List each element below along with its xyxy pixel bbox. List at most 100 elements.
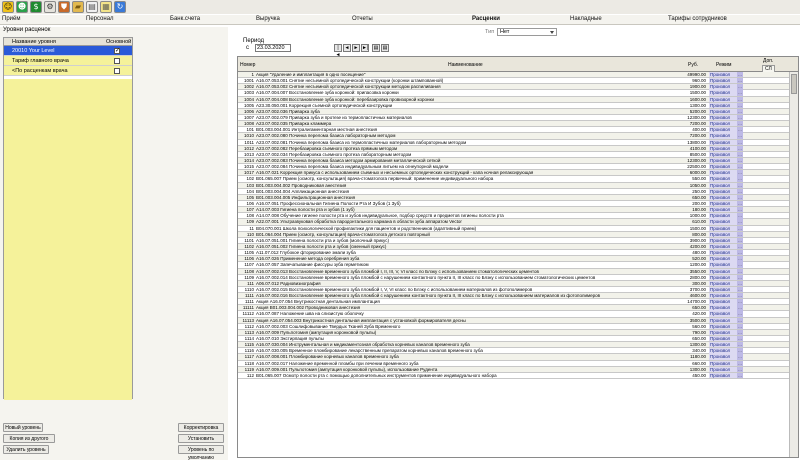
mode-dropdown-button[interactable]: … xyxy=(737,114,743,121)
cell-mode[interactable]: Произвол xyxy=(709,200,737,207)
print-icon[interactable]: ▤ xyxy=(381,44,389,52)
copy-level-button[interactable]: Копия из другого уровня xyxy=(3,434,55,450)
mode-dropdown-button[interactable]: … xyxy=(737,127,743,133)
cell-mode[interactable]: Произвол xyxy=(709,250,737,256)
mode-dropdown-button[interactable]: … xyxy=(737,268,743,274)
cell-mode[interactable]: Произвол xyxy=(709,342,737,348)
main-level-checkbox[interactable] xyxy=(114,58,120,64)
scroll-thumb[interactable] xyxy=(791,74,797,94)
mode-dropdown-button[interactable]: … xyxy=(737,157,743,164)
mode-dropdown-button[interactable]: … xyxy=(737,108,743,115)
dollar-icon[interactable]: $ xyxy=(30,1,42,13)
cell-mode[interactable]: Произвол xyxy=(709,121,737,127)
header-extra[interactable]: Доп. xyxy=(763,58,773,64)
cell-mode[interactable]: Произвол xyxy=(709,78,737,84)
mode-dropdown-button[interactable]: … xyxy=(737,366,743,373)
new-level-button[interactable]: Новый уровень xyxy=(3,423,43,432)
prev-button[interactable]: ◄ xyxy=(343,44,351,52)
smiley-icon[interactable]: ☺ xyxy=(2,1,14,13)
cell-mode[interactable]: Произвол xyxy=(709,286,737,293)
menu-tab-1[interactable]: Персонал xyxy=(86,16,114,22)
cell-mode[interactable]: Произвол xyxy=(709,114,737,121)
type-select[interactable]: Нет xyxy=(497,28,557,36)
shield-icon[interactable]: ⛊ xyxy=(58,1,70,13)
cell-mode[interactable]: Произвол xyxy=(709,280,737,287)
cell-mode[interactable]: Произвол xyxy=(709,372,737,379)
mode-dropdown-button[interactable]: … xyxy=(737,84,743,90)
cell-mode[interactable]: Произвол xyxy=(709,256,737,262)
grid-scrollbar[interactable] xyxy=(789,72,798,457)
mode-dropdown-button[interactable]: … xyxy=(737,237,743,244)
menu-tab-3[interactable]: Выручка xyxy=(256,16,280,22)
document-icon[interactable]: ▤ xyxy=(86,1,98,13)
delete-level-button[interactable]: Удалить уровень xyxy=(3,445,49,454)
mode-dropdown-button[interactable]: … xyxy=(737,219,743,225)
mode-dropdown-button[interactable]: … xyxy=(737,250,743,256)
mode-dropdown-button[interactable]: … xyxy=(737,354,743,360)
mode-dropdown-button[interactable]: … xyxy=(737,372,743,379)
mode-dropdown-button[interactable]: … xyxy=(737,200,743,207)
cell-mode[interactable]: Произвол xyxy=(709,366,737,373)
cell-mode[interactable]: Произвол xyxy=(709,225,737,231)
cell-mode[interactable]: Произвол xyxy=(709,164,737,170)
menu-tab-4[interactable]: Отчеты xyxy=(352,16,373,22)
cell-mode[interactable]: Произвол xyxy=(709,317,737,323)
menu-tab-5[interactable]: Расценки xyxy=(472,16,500,22)
mode-dropdown-button[interactable]: … xyxy=(737,274,743,280)
mode-dropdown-button[interactable]: … xyxy=(737,329,743,336)
correction-button[interactable]: Корректировка xyxy=(178,423,224,432)
mode-dropdown-button[interactable]: … xyxy=(737,170,743,176)
cell-mode[interactable]: Произвол xyxy=(709,194,737,201)
mode-dropdown-button[interactable]: … xyxy=(737,90,743,96)
cell-mode[interactable]: Произвол xyxy=(709,90,737,96)
menu-tab-6[interactable]: Накладные xyxy=(570,16,602,22)
mode-dropdown-button[interactable]: … xyxy=(737,231,743,237)
cell-mode[interactable]: Произвол xyxy=(709,96,737,102)
mode-dropdown-button[interactable]: … xyxy=(737,96,743,102)
header-number[interactable]: Номер xyxy=(240,62,255,68)
main-level-checkbox[interactable]: ✓ xyxy=(114,48,120,54)
mode-dropdown-button[interactable]: … xyxy=(737,323,743,330)
menu-tab-2[interactable]: Банк.счета xyxy=(170,16,200,22)
menu-tab-7[interactable]: Тарифы сотрудников xyxy=(668,16,727,22)
mode-dropdown-button[interactable]: … xyxy=(737,311,743,317)
mode-dropdown-button[interactable]: … xyxy=(737,102,743,108)
cell-mode[interactable]: Произвол xyxy=(709,133,737,139)
cell-mode[interactable]: Произвол xyxy=(709,176,737,182)
mode-dropdown-button[interactable]: … xyxy=(737,256,743,262)
header-mode[interactable]: Режим xyxy=(716,62,731,68)
cell-mode[interactable]: Произвол xyxy=(709,207,737,213)
level-row[interactable]: 20010 Your Level ✓ xyxy=(4,46,132,56)
mode-dropdown-button[interactable]: … xyxy=(737,286,743,293)
cell-mode[interactable]: Произвол xyxy=(709,231,737,237)
mode-dropdown-button[interactable]: … xyxy=(737,133,743,139)
cell-mode[interactable]: Произвол xyxy=(709,293,737,299)
cell-mode[interactable]: Произвол xyxy=(709,157,737,164)
mode-dropdown-button[interactable]: … xyxy=(737,225,743,231)
mode-dropdown-button[interactable]: … xyxy=(737,78,743,84)
cell-mode[interactable]: Произвол xyxy=(709,336,737,342)
mode-dropdown-button[interactable]: … xyxy=(737,317,743,323)
cell-mode[interactable]: Произвол xyxy=(709,243,737,250)
mode-dropdown-button[interactable]: … xyxy=(737,299,743,305)
mode-dropdown-button[interactable]: … xyxy=(737,293,743,299)
cell-mode[interactable]: Произвол xyxy=(709,329,737,336)
mode-dropdown-button[interactable]: … xyxy=(737,243,743,250)
cell-mode[interactable]: Произвол xyxy=(709,219,737,225)
refresh-icon[interactable]: ↻ xyxy=(114,1,126,13)
mode-dropdown-button[interactable]: … xyxy=(737,139,743,145)
mode-dropdown-button[interactable]: … xyxy=(737,262,743,268)
calendar-icon[interactable]: ▤ xyxy=(372,44,380,52)
main-level-checkbox[interactable] xyxy=(114,68,120,74)
user-photo-icon[interactable]: ☻ xyxy=(16,1,28,13)
cell-mode[interactable]: Произвол xyxy=(709,311,737,317)
mode-dropdown-button[interactable]: … xyxy=(737,207,743,213)
next-button[interactable]: ► xyxy=(352,44,360,52)
mode-dropdown-button[interactable]: … xyxy=(737,336,743,342)
cell-mode[interactable]: Произвол xyxy=(709,139,737,145)
cell-mode[interactable]: Произвол xyxy=(709,145,737,151)
cell-mode[interactable]: Произвол xyxy=(709,170,737,176)
cell-mode[interactable]: Произвол xyxy=(709,348,737,354)
mode-dropdown-button[interactable]: … xyxy=(737,213,743,219)
level-row[interactable]: <По расценкам врача xyxy=(4,66,132,76)
